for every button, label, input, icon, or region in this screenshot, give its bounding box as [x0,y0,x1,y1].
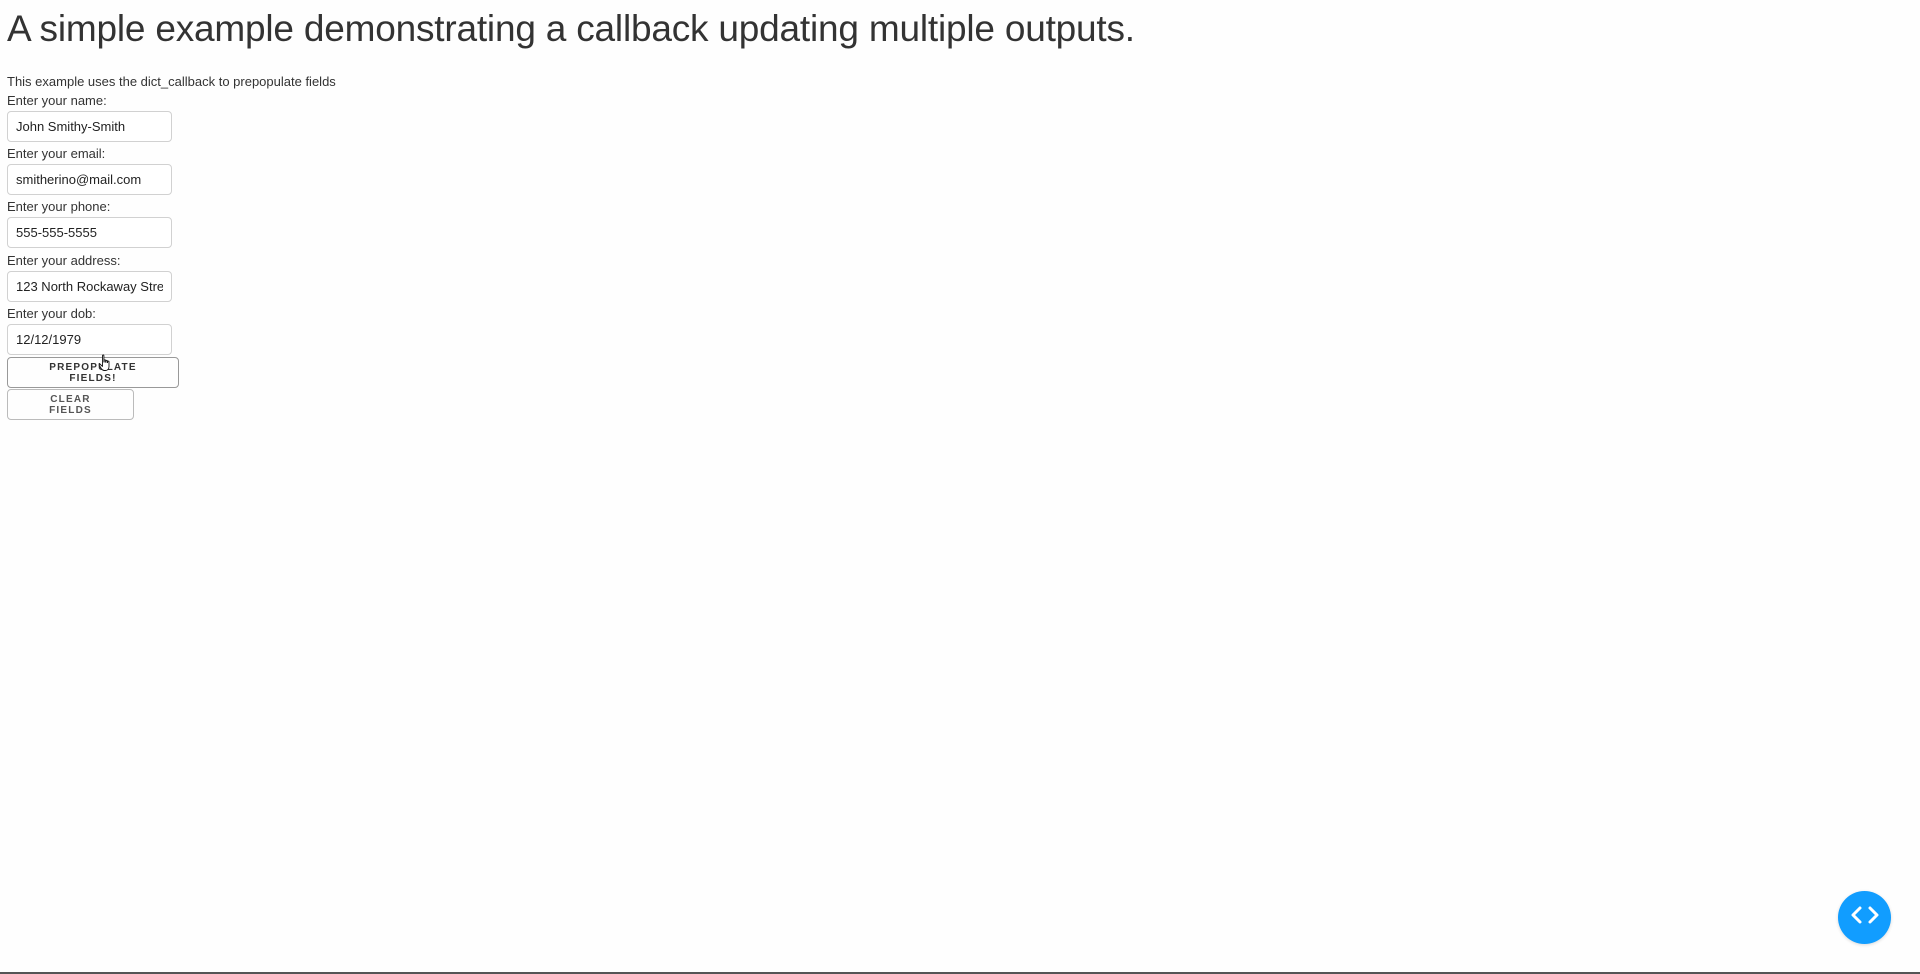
name-field: Enter your name: [7,93,1135,142]
page-title: A simple example demonstrating a callbac… [7,8,1135,49]
clear-fields-button[interactable]: CLEAR FIELDS [7,389,134,420]
code-icon [1850,905,1880,930]
dob-label: Enter your dob: [7,306,96,321]
phone-input[interactable] [7,217,172,248]
address-input[interactable] [7,271,172,302]
intro-text: This example uses the dict_callback to p… [7,74,336,89]
phone-field: Enter your phone: [7,199,1135,248]
prepopulate-fields-button[interactable]: PREPOPULATE FIELDS! [7,357,179,388]
email-input[interactable] [7,164,172,195]
hand-pointer-icon [98,354,112,372]
dob-input[interactable] [7,324,172,355]
dev-tools-toggle-button[interactable] [1838,891,1891,944]
name-input[interactable] [7,111,172,142]
phone-label: Enter your phone: [7,199,111,214]
address-field: Enter your address: [7,253,1135,302]
email-label: Enter your email: [7,146,106,161]
address-label: Enter your address: [7,253,121,268]
email-field: Enter your email: [7,146,1135,195]
app-container: A simple example demonstrating a callbac… [7,0,1135,420]
dob-field: Enter your dob: [7,306,1135,355]
name-label: Enter your name: [7,93,107,108]
